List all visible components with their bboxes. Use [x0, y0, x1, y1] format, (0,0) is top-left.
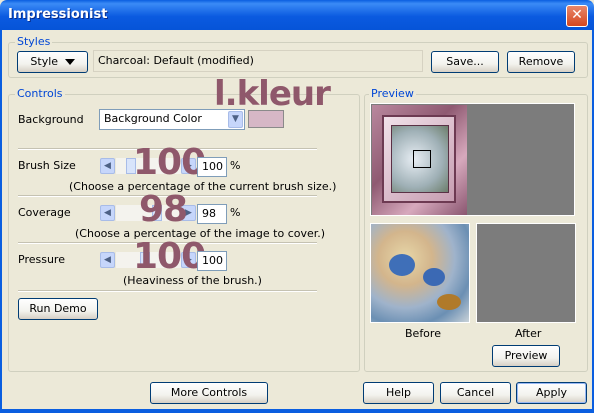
before-label: Before: [405, 327, 441, 340]
window-title: Impressionist: [8, 7, 108, 22]
pressure-input[interactable]: 100: [197, 251, 227, 271]
after-image: [476, 223, 576, 323]
watermark-text: l.kleur: [214, 74, 331, 114]
run-demo-label: Run Demo: [29, 302, 87, 315]
preview-main-image: [370, 103, 575, 216]
remove-button[interactable]: Remove: [507, 51, 575, 73]
run-demo-button[interactable]: Run Demo: [18, 298, 98, 320]
apply-label: Apply: [535, 386, 568, 399]
brush-size-label: Brush Size: [18, 159, 76, 172]
preset-name-display: Charcoal: Default (modified): [93, 50, 423, 72]
triangle-down-icon: [64, 59, 75, 65]
coverage-decrease[interactable]: ◀: [100, 205, 115, 221]
pressure-decrease[interactable]: ◀: [100, 252, 115, 268]
brush-size-decrease[interactable]: ◀: [100, 158, 115, 174]
chevron-down-icon: ▼: [228, 111, 243, 128]
background-select[interactable]: Background Color ▼: [99, 109, 245, 130]
title-bar: Impressionist ✕: [0, 0, 594, 30]
framed-image-thumbnail: [372, 105, 467, 215]
styles-legend: Styles: [15, 35, 53, 48]
remove-button-label: Remove: [518, 55, 564, 68]
background-label: Background: [18, 113, 84, 126]
apply-button[interactable]: Apply: [516, 382, 587, 404]
chevron-left-icon: ◀: [104, 208, 111, 218]
controls-legend: Controls: [15, 87, 65, 100]
preview-button[interactable]: Preview: [492, 345, 560, 367]
help-button[interactable]: Help: [363, 382, 434, 404]
brush-size-input[interactable]: 100: [197, 157, 227, 177]
chevron-left-icon: ◀: [104, 161, 111, 171]
cancel-label: Cancel: [456, 386, 495, 399]
background-select-value: Background Color: [104, 112, 202, 125]
preview-legend: Preview: [369, 87, 416, 100]
brush-size-hint: (Choose a percentage of the current brus…: [69, 180, 337, 193]
close-button[interactable]: ✕: [566, 5, 588, 27]
chevron-left-icon: ◀: [104, 255, 111, 265]
after-label: After: [515, 327, 542, 340]
brush-size-unit: %: [230, 159, 241, 172]
background-color-swatch[interactable]: [248, 110, 284, 128]
brush-size-overlay: 100: [133, 142, 206, 183]
cancel-button[interactable]: Cancel: [440, 382, 511, 404]
help-label: Help: [385, 386, 412, 399]
style-button[interactable]: Style: [17, 51, 88, 73]
pressure-overlay: 100: [133, 236, 206, 277]
coverage-unit: %: [230, 206, 241, 219]
style-button-label: Style: [30, 55, 59, 68]
coverage-label: Coverage: [18, 206, 71, 219]
save-button-label: Save...: [446, 55, 484, 68]
more-controls-button[interactable]: More Controls: [150, 382, 268, 404]
more-controls-label: More Controls: [170, 386, 248, 399]
pressure-label: Pressure: [18, 253, 65, 266]
coverage-overlay: 98: [139, 189, 188, 230]
pressure-hint: (Heaviness of the brush.): [123, 274, 262, 287]
save-button[interactable]: Save...: [431, 51, 499, 73]
close-icon: ✕: [571, 7, 583, 23]
separator: [18, 290, 317, 292]
preview-button-label: Preview: [504, 349, 548, 362]
coverage-input[interactable]: 98: [197, 204, 227, 224]
before-image: [370, 223, 470, 323]
